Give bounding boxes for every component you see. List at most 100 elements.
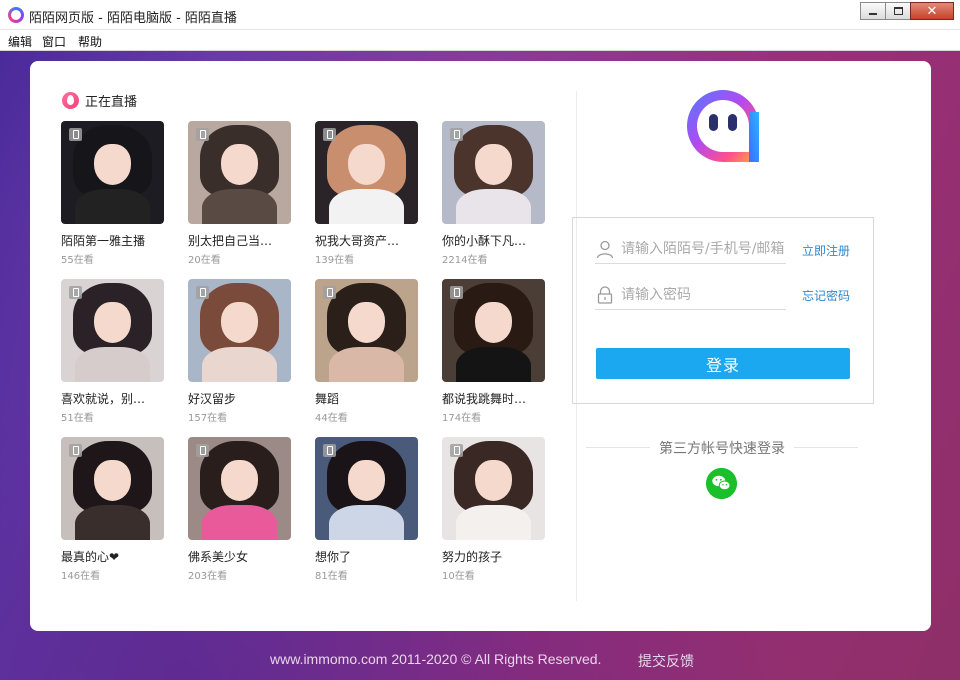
stream-thumbnail[interactable] [61,279,164,382]
stream-tile[interactable]: 好汉留步 157在看 [188,279,291,424]
thumbnail-body [75,346,150,382]
stream-viewer-count: 81在看 [315,571,348,582]
momo-logo [687,90,759,162]
mobile-phone-icon [196,286,209,299]
stream-tile[interactable]: 别太把自己当… 20在看 [188,121,291,266]
thumbnail-face [220,459,259,501]
stream-tile[interactable]: 佛系美少女 203在看 [188,437,291,582]
stream-thumbnail[interactable] [442,437,545,540]
stream-viewer-count: 203在看 [188,571,228,582]
thumbnail-body [456,346,531,382]
feedback-link[interactable]: 提交反馈 [638,651,694,671]
stream-thumbnail[interactable] [188,121,291,224]
stream-viewer-count: 55在看 [61,255,94,266]
live-flame-icon [62,92,79,109]
thumbnail-face [220,301,259,343]
register-link[interactable]: 立即注册 [802,242,850,259]
mobile-phone-icon [69,286,82,299]
mobile-phone-icon [323,128,336,141]
thumbnail-face [220,143,259,185]
live-section-header: 正在直播 [62,91,137,110]
thumbnail-body [75,188,150,224]
password-field [595,280,786,310]
stream-tile[interactable]: 想你了 81在看 [315,437,418,582]
stream-viewer-count: 139在看 [315,255,355,266]
thumbnail-face [93,301,132,343]
mobile-phone-icon [196,444,209,457]
divider-line-right [794,447,858,448]
stream-thumbnail[interactable] [188,279,291,382]
stream-tile[interactable]: 都说我跳舞时… 174在看 [442,279,545,424]
thumbnail-face [347,143,386,185]
stream-tile[interactable]: 陌陌第一雅主播 55在看 [61,121,164,266]
mobile-phone-icon [323,444,336,457]
stream-name[interactable]: 好汉留步 [188,390,291,407]
thumbnail-face [93,459,132,501]
username-field [595,234,786,264]
thumbnail-body [329,188,404,224]
copyright-text: www.immomo.com 2011-2020 © All Rights Re… [270,651,602,667]
stream-viewer-count: 20在看 [188,255,221,266]
maximize-button[interactable] [885,2,911,20]
stream-name[interactable]: 陌陌第一雅主播 [61,232,164,249]
stream-name[interactable]: 别太把自己当… [188,232,291,249]
stream-thumbnail[interactable] [442,121,545,224]
wechat-login-icon[interactable] [706,468,737,499]
menu-edit[interactable]: 编辑 [0,30,38,50]
stream-thumbnail[interactable] [315,437,418,540]
stream-name[interactable]: 喜欢就说，别… [61,390,164,407]
third-party-login-divider: 第三方帐号快速登录 [586,438,858,458]
stream-thumbnail[interactable] [61,121,164,224]
thumbnail-body [75,504,150,540]
stream-thumbnail[interactable] [61,437,164,540]
mobile-phone-icon [450,286,463,299]
minimize-button[interactable] [860,2,886,20]
stream-viewer-count: 157在看 [188,413,228,424]
login-form: 立即注册 忘记密码 登录 [572,217,874,404]
stream-tile[interactable]: 舞蹈 44在看 [315,279,418,424]
mobile-phone-icon [323,286,336,299]
stream-tile[interactable]: 你的小酥下凡… 2214在看 [442,121,545,266]
thumbnail-face [347,301,386,343]
thumbnail-body [202,346,277,382]
thumbnail-body [456,504,531,540]
stream-tile[interactable]: 祝我大哥资产… 139在看 [315,121,418,266]
mobile-phone-icon [69,128,82,141]
mobile-phone-icon [69,444,82,457]
stream-tile[interactable]: 喜欢就说，别… 51在看 [61,279,164,424]
window-titlebar: 陌陌网页版 - 陌陌电脑版 - 陌陌直播 ✕ [0,0,960,30]
window-controls: ✕ [860,2,954,20]
thumbnail-body [202,504,277,540]
stream-thumbnail[interactable] [315,121,418,224]
stream-tile[interactable]: 努力的孩子 10在看 [442,437,545,582]
stream-name[interactable]: 祝我大哥资产… [315,232,418,249]
stream-name[interactable]: 你的小酥下凡… [442,232,545,249]
thumbnail-face [93,143,132,185]
thumbnail-face [474,143,513,185]
stream-tile[interactable]: 最真的心❤ 146在看 [61,437,164,582]
close-button[interactable]: ✕ [910,2,954,20]
stream-name[interactable]: 舞蹈 [315,390,418,407]
thumbnail-face [474,459,513,501]
login-button[interactable]: 登录 [596,348,850,379]
stream-thumbnail[interactable] [188,437,291,540]
stream-name[interactable]: 想你了 [315,548,418,565]
thumbnail-body [329,346,404,382]
username-input[interactable] [621,240,786,257]
stream-name[interactable]: 佛系美少女 [188,548,291,565]
stream-name[interactable]: 最真的心❤ [61,548,164,565]
stream-name[interactable]: 努力的孩子 [442,548,545,565]
password-input[interactable] [621,286,786,303]
thumbnail-face [474,301,513,343]
stream-name[interactable]: 都说我跳舞时… [442,390,545,407]
lock-icon [597,285,613,304]
stream-thumbnail[interactable] [315,279,418,382]
stream-viewer-count: 51在看 [61,413,94,424]
menu-help[interactable]: 帮助 [72,30,108,50]
stream-thumbnail[interactable] [442,279,545,382]
mobile-phone-icon [196,128,209,141]
menu-window[interactable]: 窗口 [38,30,72,50]
forgot-password-link[interactable]: 忘记密码 [802,287,850,304]
window-title: 陌陌网页版 - 陌陌电脑版 - 陌陌直播 [29,11,237,26]
stream-viewer-count: 10在看 [442,571,475,582]
